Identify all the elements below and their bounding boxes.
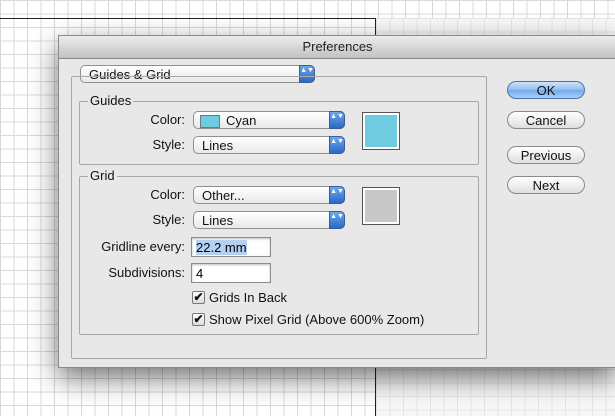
cancel-button[interactable]: Cancel: [507, 111, 585, 129]
guides-color-swatch[interactable]: [362, 112, 400, 150]
grid-color-swatch[interactable]: [362, 187, 400, 225]
guides-group-title: Guides: [88, 93, 134, 108]
guides-color-chip: [200, 115, 220, 128]
previous-button[interactable]: Previous: [507, 146, 585, 164]
guides-color-popup[interactable]: Cyan ▲▼: [193, 111, 345, 129]
grid-color-value: Other...: [202, 188, 245, 203]
grid-style-value: Lines: [202, 213, 234, 228]
gridline-every-label: Gridline every:: [101, 239, 185, 254]
grid-style-label: Style:: [152, 212, 185, 227]
subdivisions-value: 4: [196, 266, 204, 281]
popup-stepper-icon: ▲▼: [329, 211, 345, 229]
ok-button[interactable]: OK: [507, 81, 585, 99]
grids-in-back-label: Grids In Back: [209, 290, 288, 305]
checkmark-icon: ✔: [193, 312, 204, 326]
next-button[interactable]: Next: [507, 176, 585, 194]
subdivisions-field[interactable]: 4: [191, 263, 271, 283]
preferences-dialog: Preferences Guides & Grid ▲▼ Guides Colo…: [58, 35, 615, 368]
popup-stepper-icon: ▲▼: [329, 186, 345, 204]
grids-in-back-checkbox[interactable]: ✔: [192, 291, 205, 304]
gridline-every-value: 22.2 mm: [196, 240, 247, 255]
guides-style-label: Style:: [152, 137, 185, 152]
artboard-top-edge: [0, 18, 376, 19]
gridline-every-field[interactable]: 22.2 mm: [191, 237, 271, 257]
grid-style-popup[interactable]: Lines ▲▼: [193, 211, 345, 229]
dialog-title: Preferences: [59, 36, 615, 59]
popup-stepper-icon: ▲▼: [329, 136, 345, 154]
checkmark-icon: ✔: [193, 290, 204, 304]
popup-stepper-icon: ▲▼: [329, 111, 345, 129]
show-pixel-grid-checkbox[interactable]: ✔: [192, 313, 205, 326]
grid-group-title: Grid: [88, 168, 117, 183]
guides-style-value: Lines: [202, 138, 234, 153]
guides-color-label: Color:: [150, 112, 185, 127]
guides-style-popup[interactable]: Lines ▲▼: [193, 136, 345, 154]
guides-color-value: Cyan: [226, 113, 257, 128]
grid-color-popup[interactable]: Other... ▲▼: [193, 186, 345, 204]
grid-color-label: Color:: [150, 187, 185, 202]
subdivisions-label: Subdivisions:: [108, 265, 185, 280]
show-pixel-grid-label: Show Pixel Grid (Above 600% Zoom): [209, 312, 425, 327]
